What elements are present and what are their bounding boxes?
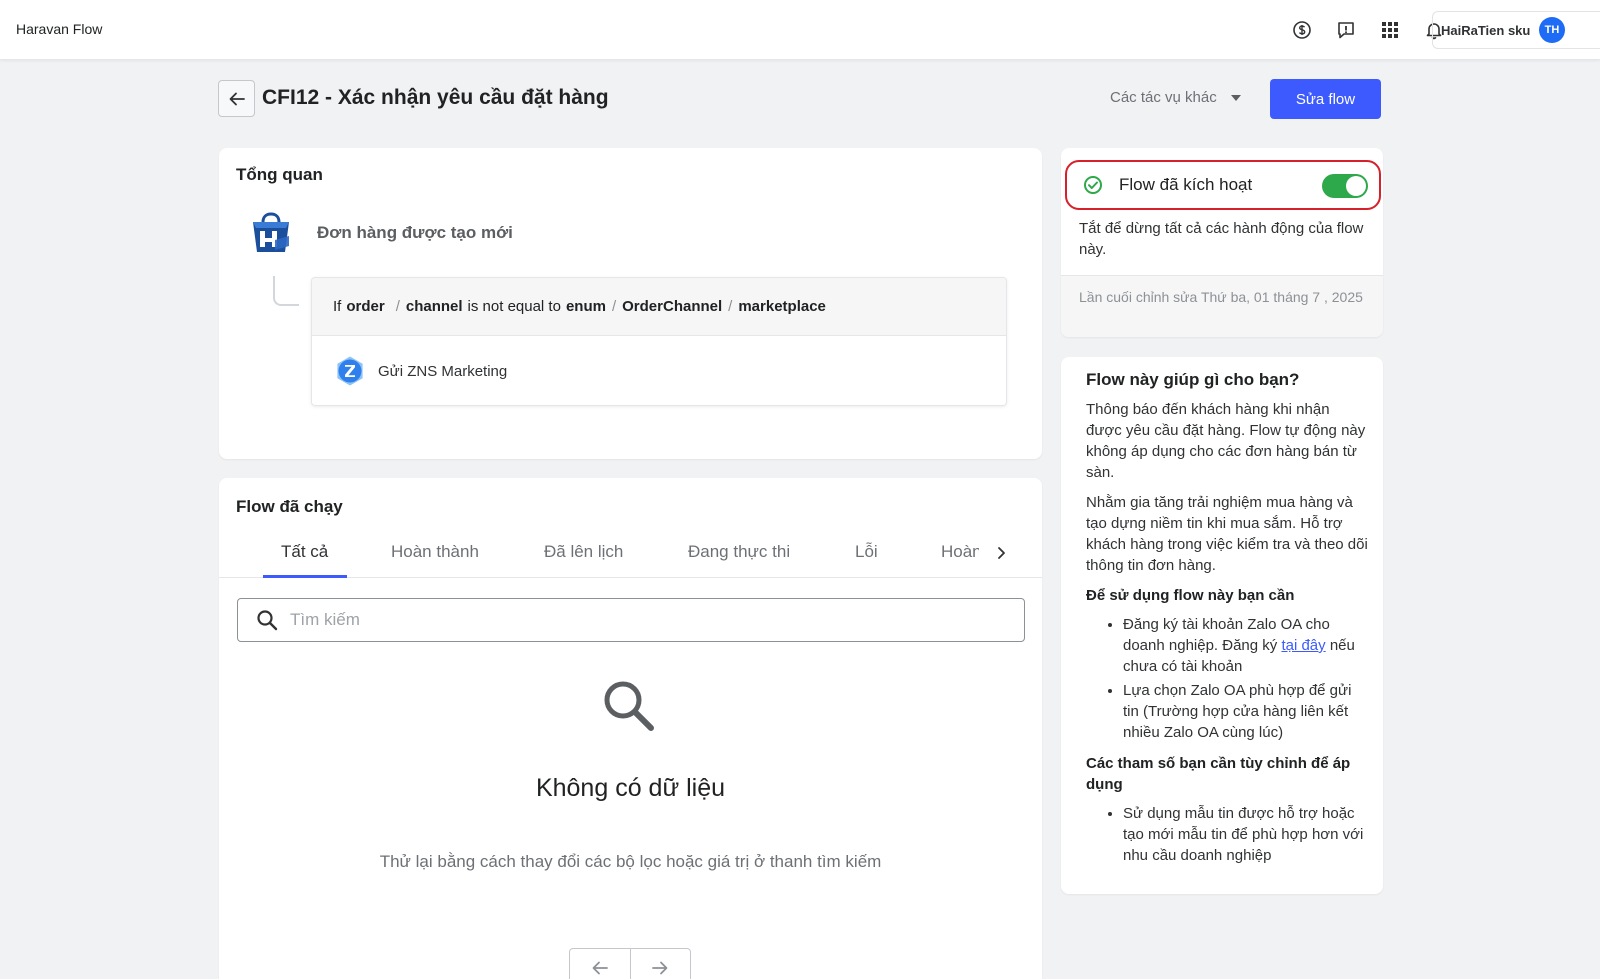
flow-runs-card: Flow đã chạy Tất cả Hoàn thành Đã lên lị… bbox=[219, 478, 1042, 979]
search-field[interactable] bbox=[237, 598, 1025, 642]
trigger-label: Đơn hàng được tạo mới bbox=[317, 223, 513, 242]
condition-operator: is not equal to bbox=[467, 298, 561, 315]
billing-icon[interactable] bbox=[1290, 18, 1314, 42]
requirements-heading: Để sử dụng flow này bạn cần bbox=[1086, 587, 1295, 604]
more-actions-label: Các tác vụ khác bbox=[1110, 89, 1217, 106]
help-title: Flow này giúp gì cho bạn? bbox=[1086, 370, 1300, 389]
status-description: Tắt để dừng tất cả các hành động của flo… bbox=[1079, 220, 1364, 258]
action-label: Gửi ZNS Marketing bbox=[378, 362, 508, 380]
condition-value: marketplace bbox=[738, 298, 826, 315]
check-circle-icon bbox=[1084, 176, 1102, 194]
path-separator: / bbox=[395, 298, 400, 315]
path-separator: / bbox=[611, 298, 617, 315]
apps-grid-icon[interactable] bbox=[1378, 18, 1402, 42]
arrow-right-icon bbox=[652, 961, 668, 975]
empty-state-subtitle: Thử lại bằng cách thay đổi các bộ lọc ho… bbox=[379, 852, 882, 871]
condition-field: order bbox=[346, 298, 385, 315]
help-paragraph: Thông báo đến khách hàng khi nhận được y… bbox=[1086, 401, 1366, 481]
list-item: Đăng ký tài khoản Zalo OA cho doanh nghi… bbox=[1123, 614, 1368, 677]
status-tabs: Tất cả Hoàn thành Đã lên lịch Đang thực … bbox=[219, 530, 1042, 578]
status-card: Flow đã kích hoạt Tắt để dừng tất cả các… bbox=[1061, 148, 1383, 337]
tab-scheduled[interactable]: Đã lên lịch bbox=[544, 542, 623, 562]
tab-cancelled[interactable]: Hoàn t bbox=[941, 542, 979, 562]
zalo-icon bbox=[337, 356, 363, 386]
app-name: Haravan Flow bbox=[16, 21, 103, 37]
back-button[interactable] bbox=[218, 80, 255, 117]
last-edited-text: Lần cuối chỉnh sửa Thứ ba, 01 tháng 7 , … bbox=[1079, 289, 1363, 305]
help-paragraph: Nhằm gia tăng trải nghiệm mua hàng và tạ… bbox=[1086, 494, 1368, 574]
top-bar: Haravan Flow HaiRaTien sku TH bbox=[0, 0, 1600, 60]
more-actions-dropdown[interactable]: Các tác vụ khác bbox=[1110, 89, 1241, 106]
chevron-right-icon[interactable] bbox=[991, 543, 1011, 563]
register-link[interactable]: tại đây bbox=[1281, 637, 1325, 654]
tab-completed[interactable]: Hoàn thành bbox=[391, 542, 479, 562]
params-list: Sử dụng mẫu tin được hỗ trợ hoặc tạo mới… bbox=[1086, 803, 1368, 866]
condition-prefix: If bbox=[333, 298, 342, 315]
user-menu[interactable]: HaiRaTien sku TH bbox=[1432, 11, 1600, 49]
search-input[interactable] bbox=[290, 610, 990, 630]
requirements-list: Đăng ký tài khoản Zalo OA cho doanh nghi… bbox=[1086, 614, 1368, 743]
last-edited-section: Lần cuối chỉnh sửa Thứ ba, 01 tháng 7 , … bbox=[1061, 275, 1383, 337]
toggle-knob bbox=[1346, 176, 1366, 196]
shopping-bag-icon bbox=[253, 212, 289, 252]
avatar: TH bbox=[1539, 17, 1565, 43]
help-content: Flow này giúp gì cho bạn? Thông báo đến … bbox=[1086, 369, 1368, 876]
rule-box[interactable]: If order / channel is not equal to enum … bbox=[311, 277, 1007, 406]
condition-value: OrderChannel bbox=[622, 298, 723, 315]
overview-card: Tổng quan Đơn hàng được tạo mới If order… bbox=[219, 148, 1042, 459]
tabs-viewport: Tất cả Hoàn thành Đã lên lịch Đang thực … bbox=[219, 530, 979, 578]
flow-connector bbox=[273, 276, 299, 306]
params-heading: Các tham số bạn cần tùy chỉnh để áp dụng bbox=[1086, 755, 1351, 793]
condition-row[interactable]: If order / channel is not equal to enum … bbox=[312, 278, 1006, 336]
help-card: Flow này giúp gì cho bạn? Thông báo đến … bbox=[1061, 357, 1383, 894]
pagination bbox=[569, 948, 691, 979]
list-item: Lựa chọn Zalo OA phù hợp để gửi tin (Trư… bbox=[1123, 680, 1368, 743]
caret-down-icon bbox=[1230, 94, 1241, 101]
activation-toggle[interactable] bbox=[1322, 174, 1368, 198]
flow-runs-title: Flow đã chạy bbox=[236, 497, 343, 516]
activation-status: Flow đã kích hoạt bbox=[1065, 160, 1381, 210]
user-name: HaiRaTien sku bbox=[1441, 22, 1531, 38]
arrow-left-icon bbox=[592, 961, 608, 975]
arrow-left-icon bbox=[229, 92, 245, 105]
tab-running[interactable]: Đang thực thi bbox=[688, 542, 790, 562]
condition-value: enum bbox=[565, 298, 606, 315]
active-tab-indicator bbox=[263, 575, 347, 578]
condition-field: channel bbox=[405, 298, 463, 315]
tab-all[interactable]: Tất cả bbox=[281, 542, 328, 562]
edit-flow-button[interactable]: Sửa flow bbox=[1270, 79, 1381, 119]
page-title: CFI12 - Xác nhận yêu cầu đặt hàng bbox=[262, 86, 609, 109]
list-item: Sử dụng mẫu tin được hỗ trợ hoặc tạo mới… bbox=[1123, 803, 1368, 866]
previous-page-button[interactable] bbox=[570, 949, 630, 979]
feedback-icon[interactable] bbox=[1334, 18, 1358, 42]
status-label: Flow đã kích hoạt bbox=[1119, 175, 1253, 194]
tab-error[interactable]: Lỗi bbox=[855, 542, 878, 562]
empty-state-title: Không có dữ liệu bbox=[535, 774, 726, 802]
overview-title: Tổng quan bbox=[236, 165, 323, 184]
search-icon bbox=[257, 610, 278, 631]
empty-search-icon bbox=[604, 681, 654, 731]
next-page-button[interactable] bbox=[629, 949, 690, 979]
path-separator: / bbox=[728, 298, 733, 315]
action-row[interactable]: Gửi ZNS Marketing bbox=[312, 336, 1006, 405]
